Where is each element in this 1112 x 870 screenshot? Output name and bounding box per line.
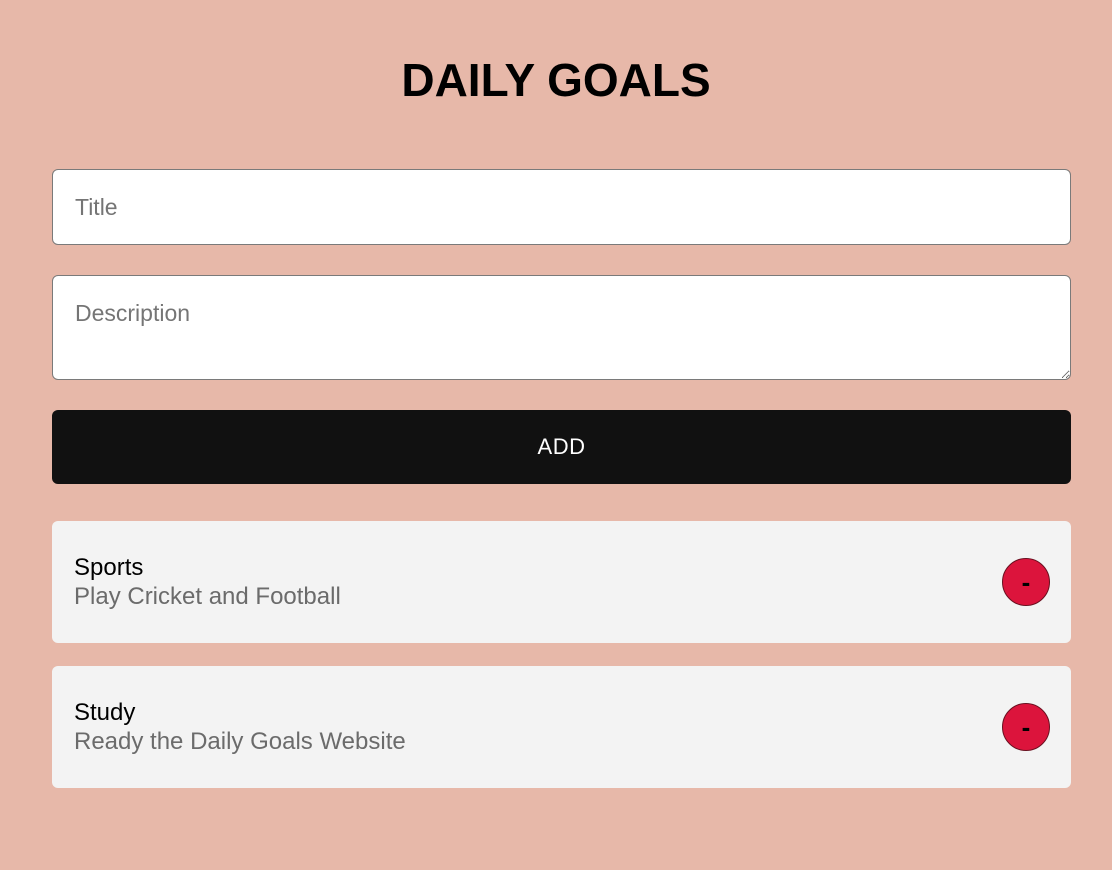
daily-goals-page: DAILY GOALS ADD Sports Play Cricket and … xyxy=(0,0,1112,870)
goal-description: Play Cricket and Football xyxy=(74,583,341,610)
page-title: DAILY GOALS xyxy=(401,54,711,106)
goal-card: Sports Play Cricket and Football - xyxy=(52,521,1071,643)
goal-title: Study xyxy=(74,699,136,726)
remove-goal-button[interactable]: - xyxy=(1002,558,1050,606)
remove-goal-button[interactable]: - xyxy=(1002,703,1050,751)
title-input[interactable] xyxy=(52,169,1071,245)
goal-card: Study Ready the Daily Goals Website - xyxy=(52,666,1071,788)
add-button[interactable]: ADD xyxy=(52,410,1071,484)
description-input[interactable] xyxy=(52,275,1071,380)
goal-title: Sports xyxy=(74,554,144,581)
goal-description: Ready the Daily Goals Website xyxy=(74,728,406,755)
